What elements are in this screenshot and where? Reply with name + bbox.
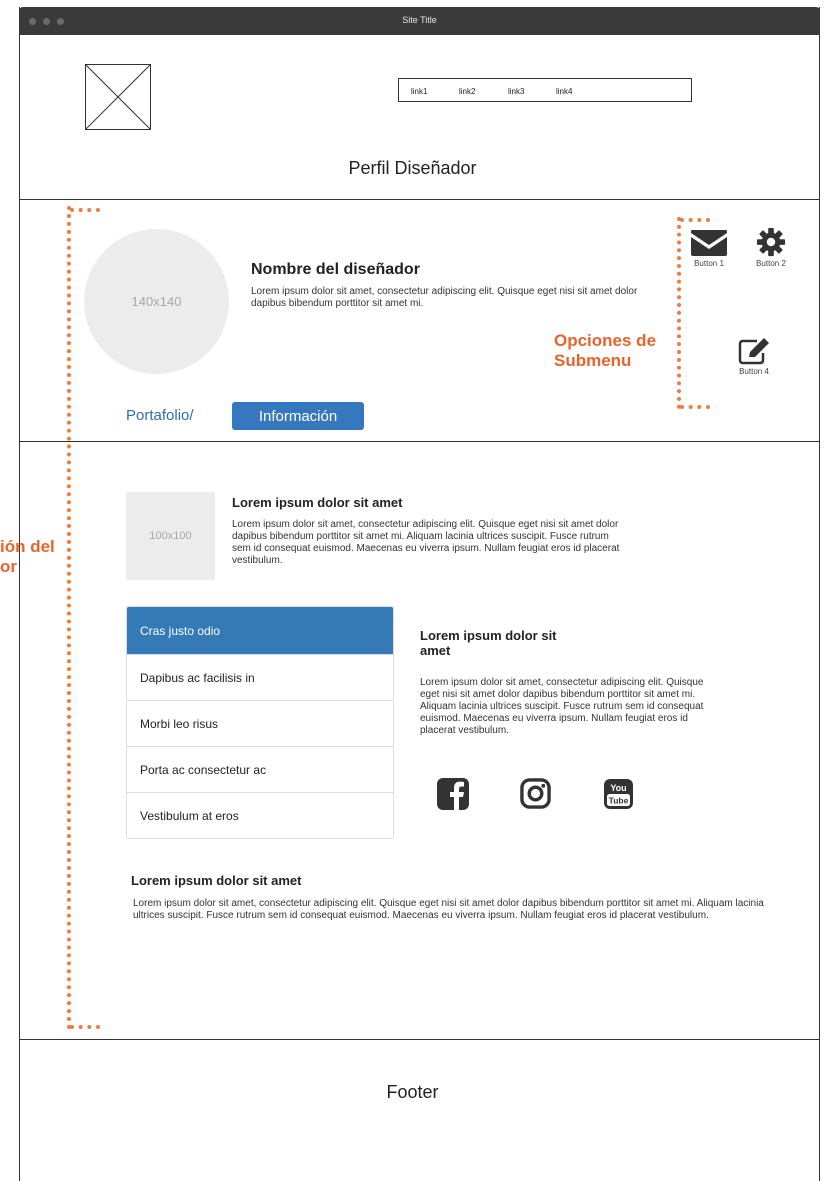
window-title: Site Title [402,15,437,25]
nav-link-3[interactable]: link3 [508,87,524,96]
title-bar: Site Title [19,7,820,35]
header-divider [19,199,820,200]
list-item[interactable]: Porta ac consectetur ac [127,746,393,792]
browser-window [19,7,820,1181]
list-item[interactable]: Vestibulum at eros [127,792,393,838]
section3-title: Lorem ipsum dolor sit amet [131,873,302,888]
logo-placeholder-icon [85,64,151,130]
youtube-icon[interactable]: You Tube [603,778,634,810]
section1-text: Lorem ipsum dolor sit amet, consectetur … [232,519,620,566]
envelope-icon [691,230,727,256]
footer-divider [19,1039,820,1040]
nav-link-2[interactable]: link2 [459,87,475,96]
info-annotation-bottom-tick [70,1025,100,1029]
designer-name: Nombre del diseñador [251,261,420,278]
info-annotation-top-tick [70,208,100,212]
tab-information[interactable]: Información [232,402,364,430]
nav-link-4[interactable]: link4 [556,87,572,96]
tab-portfolio[interactable]: Portafolio/ [126,407,194,424]
instagram-icon[interactable] [520,778,551,809]
edit-icon [738,338,769,365]
button-1-label: Button 1 [694,259,724,268]
profile-divider [19,441,820,442]
submenu-annotation-bottom-tick [680,405,710,409]
submenu-annotation-label: Opciones de Submenu [554,331,657,370]
avatar: 140x140 [84,229,229,374]
footer-text: Footer [386,1082,439,1102]
submenu-annotation-line [677,217,681,409]
youtube-icon-text-bottom: Tube [609,796,629,806]
nav-bar: link1 link2 link3 link4 [398,78,692,102]
info-annotation-label: ión del or [0,537,55,576]
list-item-active[interactable]: Cras justo odio [127,607,393,654]
section2-title: Lorem ipsum dolor sit amet [420,628,557,658]
list-group: Cras justo odio Dapibus ac facilisis in … [126,606,394,839]
designer-description: Lorem ipsum dolor sit amet, consectetur … [251,286,638,309]
submenu-annotation-top-tick [680,218,710,222]
thumbnail-placeholder: 100x100 [126,492,215,580]
section3-text: Lorem ipsum dolor sit amet, consectetur … [133,898,764,921]
button-4-label: Button 4 [739,367,769,376]
button-1[interactable]: Button 1 [688,229,730,268]
section2-text: Lorem ipsum dolor sit amet, consectetur … [420,677,704,736]
button-4[interactable]: Button 4 [732,337,776,376]
list-item[interactable]: Morbi leo risus [127,700,393,746]
section1-title: Lorem ipsum dolor sit amet [232,495,403,510]
facebook-icon[interactable] [437,778,469,810]
youtube-icon-text-top: You [610,783,626,793]
info-annotation-left-line [67,206,71,1030]
button-2[interactable]: Button 2 [751,227,791,268]
page-title: Perfil Diseñador [348,158,477,178]
button-2-label: Button 2 [756,259,786,268]
list-item[interactable]: Dapibus ac facilisis in [127,654,393,700]
gear-icon [756,227,786,257]
nav-link-1[interactable]: link1 [411,87,427,96]
